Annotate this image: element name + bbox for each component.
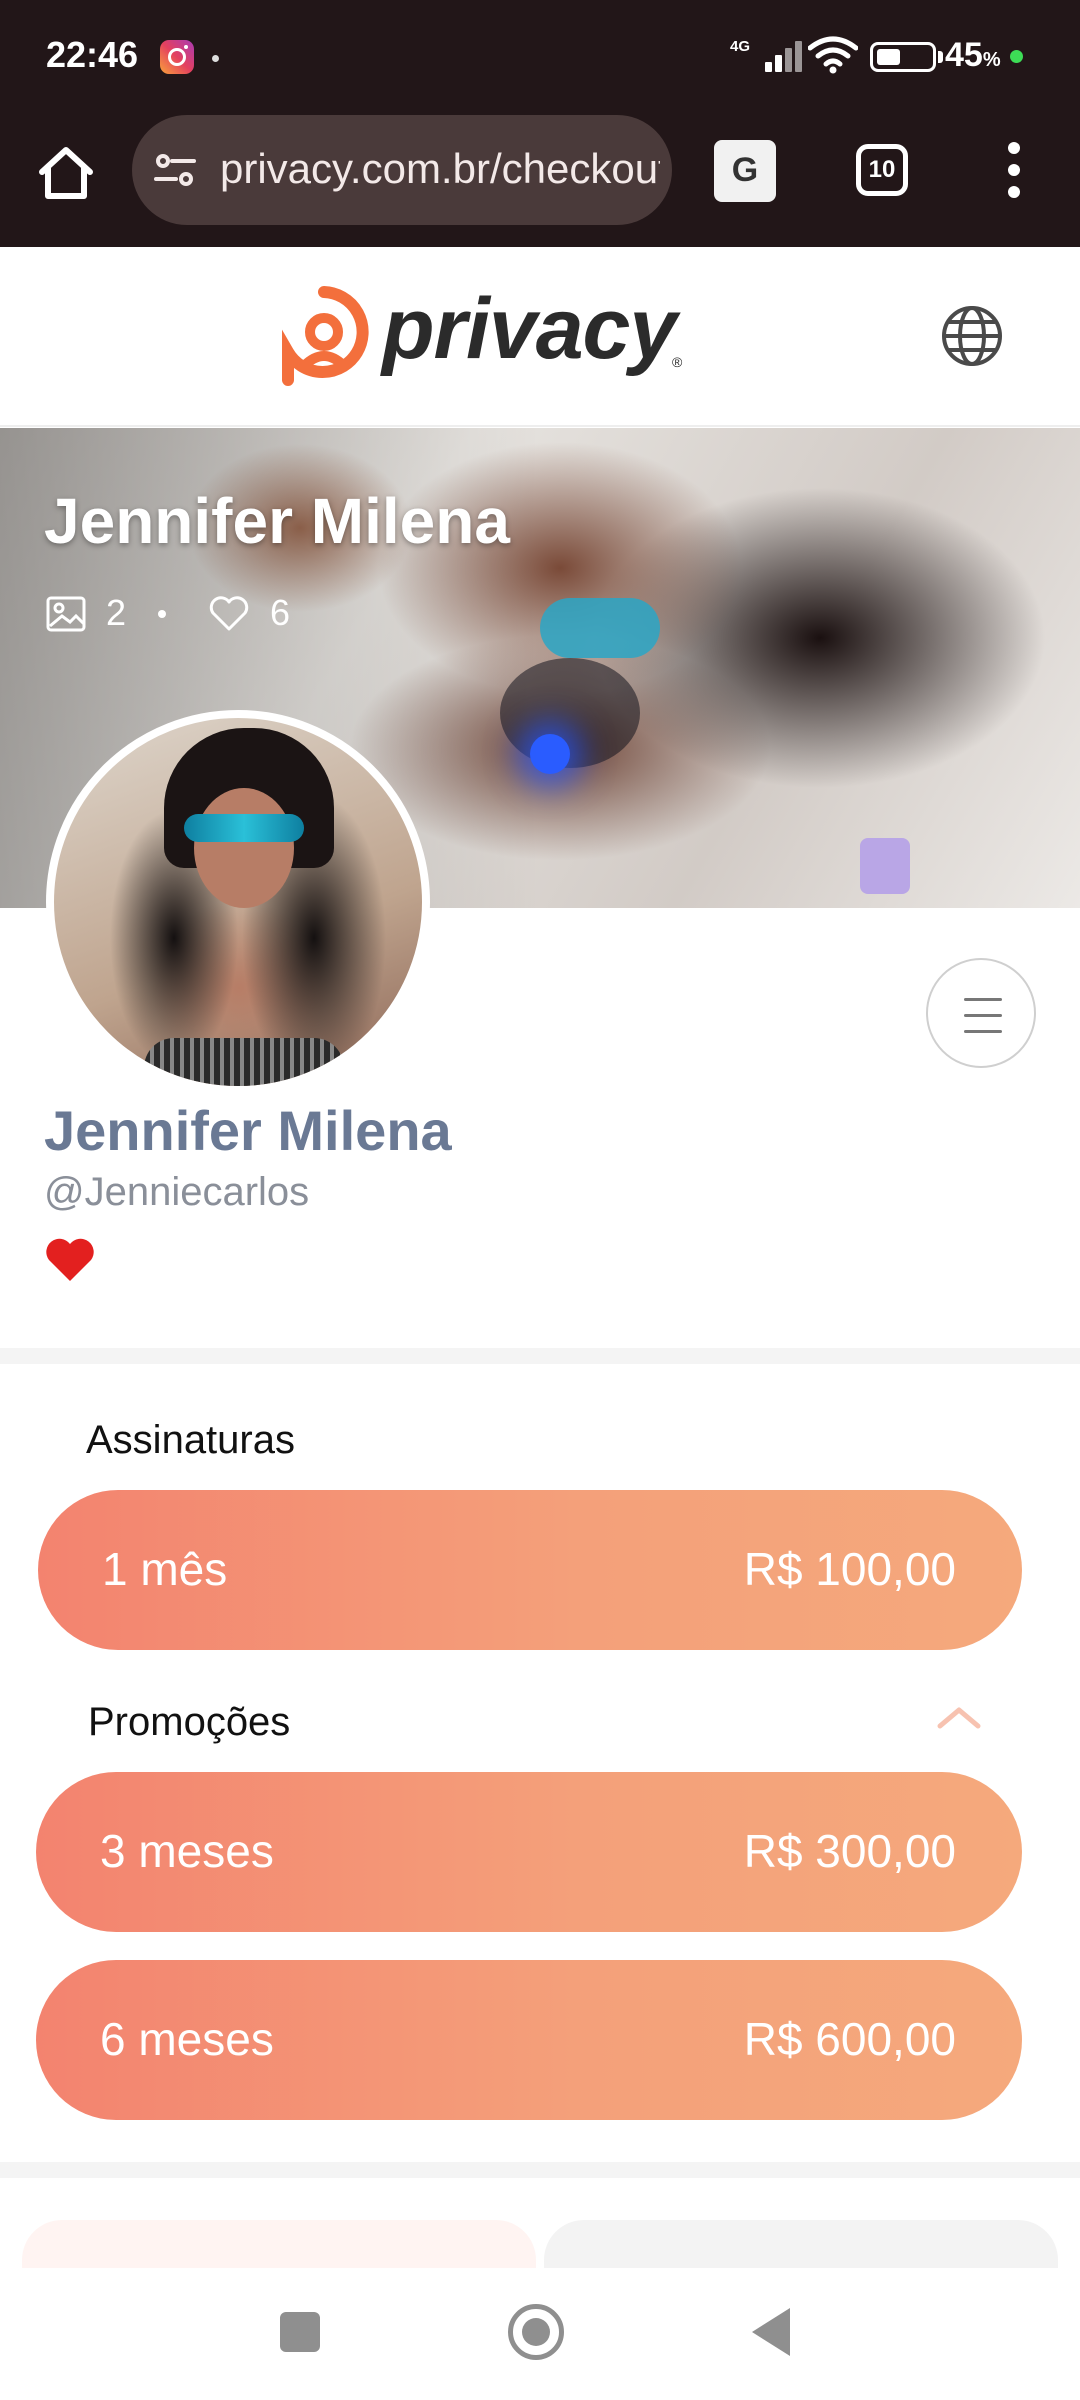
status-time: 22:46 (46, 34, 139, 75)
plan-price: R$ 300,00 (743, 1825, 956, 1877)
heart-icon (46, 1238, 94, 1281)
recent-apps-icon[interactable] (280, 2312, 320, 2352)
privacy-logo-icon[interactable] (278, 286, 370, 386)
site-settings-icon[interactable] (154, 153, 196, 187)
plan-price: R$ 600,00 (743, 2013, 956, 2065)
heart-outline-icon (209, 596, 249, 631)
home-nav-icon[interactable] (508, 2304, 564, 2360)
plan-label: 3 meses (100, 1825, 274, 1877)
plan-price: R$ 100,00 (743, 1543, 956, 1595)
plan-3-months-button[interactable]: 3 meses R$ 300,00 (36, 1772, 1022, 1932)
plan-6-months-button[interactable]: 6 meses R$ 600,00 (36, 1960, 1022, 2120)
tab-switcher-button[interactable]: 10 (856, 144, 908, 196)
section-divider (0, 1348, 1080, 1364)
url-text[interactable]: privacy.com.br/checkout (220, 145, 660, 193)
battery-percent-unit: % (982, 49, 1001, 71)
avatar-photo-detail (184, 814, 304, 842)
battery-icon (870, 42, 936, 72)
plan-label: 1 mês (102, 1543, 228, 1595)
privacy-logo-text[interactable]: privacy (382, 280, 677, 379)
section-divider (0, 2162, 1080, 2178)
instagram-notification-icon (160, 40, 194, 74)
cover-name: Jennifer Milena (44, 485, 510, 557)
address-bar[interactable]: privacy.com.br/checkout (132, 115, 672, 225)
plan-1-month-button[interactable]: 1 mês R$ 100,00 (38, 1490, 1022, 1650)
photo-icon (46, 596, 86, 632)
globe-icon[interactable] (940, 304, 1004, 368)
avatar-photo-detail (194, 788, 294, 908)
battery-percent-value: 45 (945, 36, 983, 74)
registered-mark: ® (672, 354, 683, 370)
signal-icon (765, 36, 809, 72)
stats-separator (158, 610, 166, 618)
notification-dot-icon (212, 55, 219, 62)
menu-icon[interactable] (926, 958, 1036, 1068)
translate-icon[interactable]: G (714, 140, 776, 202)
likes-count: 6 (270, 592, 291, 633)
profile-name: Jennifer Milena (44, 1099, 452, 1162)
battery-percent: 45% (945, 36, 1001, 75)
battery-level-fill (877, 49, 900, 65)
profile-handle: @Jenniecarlos (44, 1170, 310, 1214)
network-type: 4G (730, 38, 751, 55)
chevron-up-icon[interactable] (934, 1702, 984, 1732)
subscriptions-title: Assinaturas (86, 1418, 295, 1462)
plan-label: 6 meses (100, 2013, 274, 2065)
avatar-photo-detail (144, 1038, 344, 1086)
battery-tip (938, 51, 943, 63)
home-icon[interactable] (34, 142, 98, 202)
back-icon[interactable] (752, 2308, 790, 2356)
status-bar: 22:46 4G 45% (0, 0, 1080, 115)
avatar[interactable] (46, 710, 430, 1094)
promotions-title: Promoções (88, 1700, 291, 1744)
more-options-icon[interactable] (1000, 140, 1030, 200)
privacy-indicator-dot (1010, 50, 1023, 63)
wifi-icon (808, 36, 858, 74)
photos-count: 2 (106, 592, 127, 633)
